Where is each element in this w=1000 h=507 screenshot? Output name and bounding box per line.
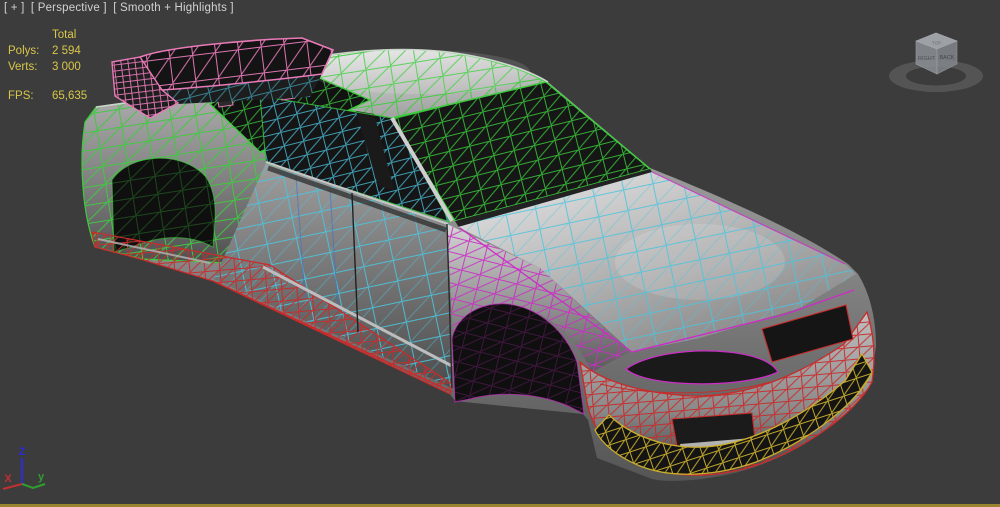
- x-axis-label: X: [4, 473, 12, 485]
- rear-wheel-arch: [111, 157, 216, 253]
- fps-value: 65,635: [52, 90, 88, 102]
- stats-fps-row: FPS: 65,635: [8, 88, 87, 104]
- stats-header-row: Total: [8, 27, 87, 43]
- stats-polys-row: Polys: 2 594: [8, 43, 87, 59]
- viewcube-label-right: RIGHT: [918, 56, 936, 62]
- stats-header: Total: [52, 29, 77, 41]
- viewport-general-menu[interactable]: [ + ]: [4, 2, 25, 14]
- viewport-label: [ + ] [ Perspective ] [ Smooth + Highlig…: [4, 2, 237, 14]
- z-axis-label: Z: [19, 446, 26, 458]
- viewcube-label-back: BACK: [940, 55, 955, 61]
- viewport-shading-menu[interactable]: [ Smooth + Highlights ]: [113, 2, 234, 14]
- viewport-pov-menu[interactable]: [ Perspective ]: [31, 2, 107, 14]
- statistics-overlay: Total Polys: 2 594 Verts: 3 000 FPS: 65,…: [8, 27, 87, 104]
- y-axis-label: y: [38, 471, 45, 483]
- polys-label: Polys:: [8, 45, 40, 57]
- verts-label: Verts:: [8, 61, 38, 73]
- stats-verts-row: Verts: 3 000: [8, 59, 87, 75]
- verts-value: 3 000: [52, 61, 81, 73]
- fps-label: FPS:: [8, 90, 34, 102]
- viewport-canvas[interactable]: TOP RIGHT BACK Z X y: [0, 0, 1000, 507]
- polys-value: 2 594: [52, 45, 81, 57]
- viewcube-label-top: TOP: [932, 41, 941, 46]
- viewport[interactable]: TOP RIGHT BACK Z X y [ + ] [ Perspective…: [0, 0, 1000, 507]
